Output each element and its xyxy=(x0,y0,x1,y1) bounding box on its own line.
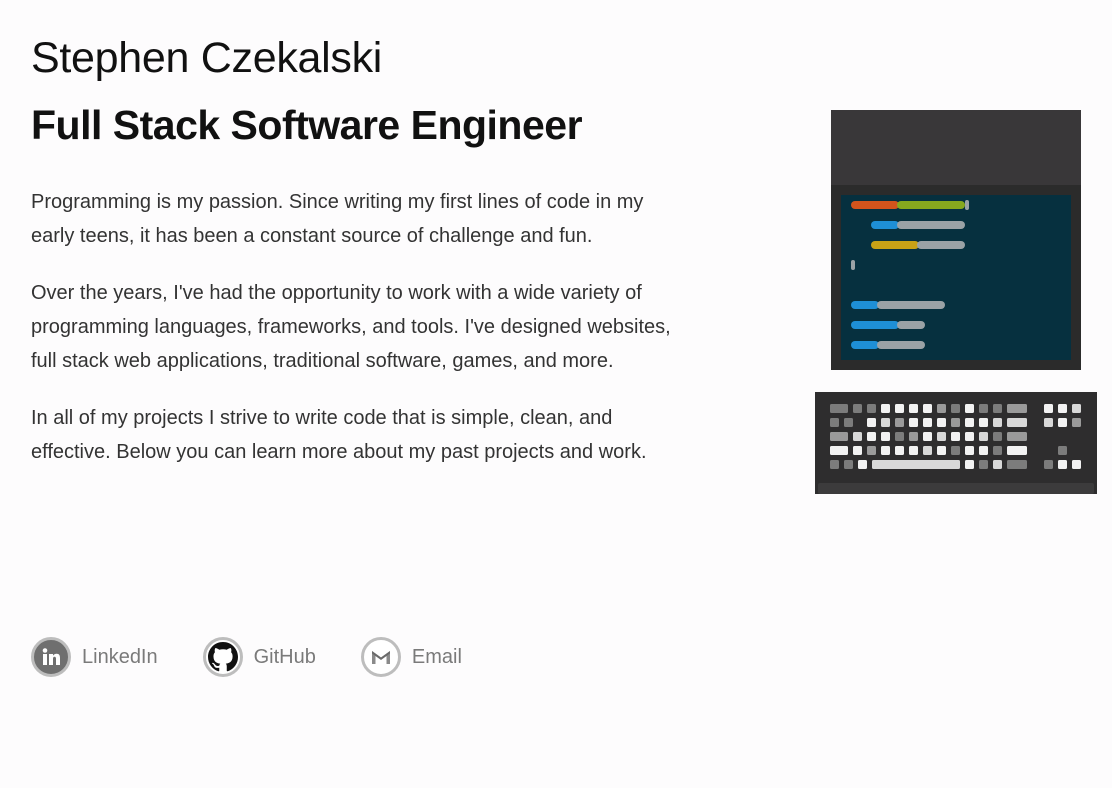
keyboard-key xyxy=(895,446,904,455)
keyboard-key xyxy=(895,432,904,441)
keyboard-key xyxy=(951,446,960,455)
keyboard-key xyxy=(1007,432,1027,441)
linkedin-label: LinkedIn xyxy=(82,645,158,668)
keyboard-key xyxy=(881,432,890,441)
monitor-bezel xyxy=(831,110,1081,185)
keyboard-key xyxy=(979,418,988,427)
keyboard-key xyxy=(965,446,974,455)
keyboard-key xyxy=(895,418,904,427)
keyboard-key xyxy=(1044,460,1053,469)
keyboard-key xyxy=(951,404,960,413)
keyboard-key xyxy=(965,432,974,441)
keyboard-key xyxy=(867,446,876,455)
code-lines-graphic xyxy=(851,200,969,349)
keyboard-key xyxy=(895,404,904,413)
keyboard-key xyxy=(1007,446,1027,455)
keyboard-key xyxy=(909,432,918,441)
monitor-illustration xyxy=(831,110,1081,370)
keyboard-key xyxy=(1007,460,1027,469)
keyboard-key xyxy=(937,404,946,413)
linkedin-link[interactable]: LinkedIn xyxy=(31,637,158,677)
keyboard-key xyxy=(1007,404,1027,413)
keyboard-key xyxy=(853,404,862,413)
keyboard-base xyxy=(818,483,1094,494)
email-label: Email xyxy=(411,645,462,668)
gmail-icon xyxy=(360,637,401,677)
keyboard-key xyxy=(830,432,848,441)
keyboard-key xyxy=(881,418,890,427)
keyboard-key xyxy=(1072,460,1081,469)
keyboard-key xyxy=(951,432,960,441)
github-label: GitHub xyxy=(253,645,316,668)
keyboard-key xyxy=(853,446,862,455)
keyboard-key xyxy=(993,460,1002,469)
bio-paragraph: Over the years, I've had the opportunity… xyxy=(31,282,671,372)
keyboard-key xyxy=(993,446,1002,455)
bio-section: Programming is my passion. Since writing… xyxy=(31,185,681,492)
bio-paragraph: In all of my projects I strive to write … xyxy=(31,407,647,463)
keyboard-key xyxy=(830,404,848,413)
keyboard-key xyxy=(923,432,932,441)
keyboard-key xyxy=(1058,404,1067,413)
job-title: Full Stack Software Engineer xyxy=(31,102,583,148)
keyboard-key xyxy=(923,446,932,455)
keyboard-key xyxy=(1058,446,1067,455)
code-screen xyxy=(841,195,1071,360)
keyboard-key xyxy=(923,404,932,413)
keyboard-key xyxy=(881,404,890,413)
keyboard-key xyxy=(830,446,848,455)
social-links: LinkedIn GitHub Email xyxy=(31,637,507,677)
keyboard-key xyxy=(909,418,918,427)
keyboard-key xyxy=(881,446,890,455)
keyboard-key xyxy=(867,418,876,427)
keyboard-key xyxy=(867,404,876,413)
linkedin-icon xyxy=(31,637,71,677)
email-link[interactable]: Email xyxy=(360,637,462,677)
keyboard-key xyxy=(979,446,988,455)
keyboard-key xyxy=(858,460,867,469)
keyboard-key xyxy=(853,432,862,441)
keyboard-key xyxy=(937,432,946,441)
keyboard-key xyxy=(993,432,1002,441)
keyboard-key xyxy=(844,418,853,427)
keyboard-key xyxy=(993,418,1002,427)
keyboard-key xyxy=(844,460,853,469)
bio-paragraph: Programming is my passion. Since writing… xyxy=(31,191,644,247)
keyboard-key xyxy=(951,418,960,427)
keyboard-key xyxy=(1058,418,1067,427)
keyboard-key xyxy=(909,404,918,413)
keyboard-key xyxy=(965,404,974,413)
keyboard-key xyxy=(830,418,839,427)
keyboard-key xyxy=(993,404,1002,413)
keyboard-key xyxy=(979,432,988,441)
keyboard-key xyxy=(1072,418,1081,427)
keyboard-key xyxy=(1072,404,1081,413)
keyboard-key xyxy=(1044,404,1053,413)
keyboard-key xyxy=(923,418,932,427)
keyboard-key xyxy=(1007,418,1027,427)
keyboard-key xyxy=(872,460,960,469)
keyboard-key xyxy=(830,460,839,469)
keyboard-key xyxy=(979,460,988,469)
keyboard-key xyxy=(979,404,988,413)
keyboard-key xyxy=(965,418,974,427)
keyboard-key xyxy=(937,418,946,427)
keyboard-keys-graphic xyxy=(830,404,1081,469)
github-icon xyxy=(202,637,243,677)
keyboard-key xyxy=(1058,460,1067,469)
keyboard-key xyxy=(965,460,974,469)
keyboard-key xyxy=(1044,418,1053,427)
keyboard-key xyxy=(867,432,876,441)
keyboard-key xyxy=(909,446,918,455)
page-title: Stephen Czekalski xyxy=(31,34,383,82)
github-link[interactable]: GitHub xyxy=(202,637,316,677)
keyboard-key xyxy=(937,446,946,455)
keyboard-illustration xyxy=(815,392,1097,494)
